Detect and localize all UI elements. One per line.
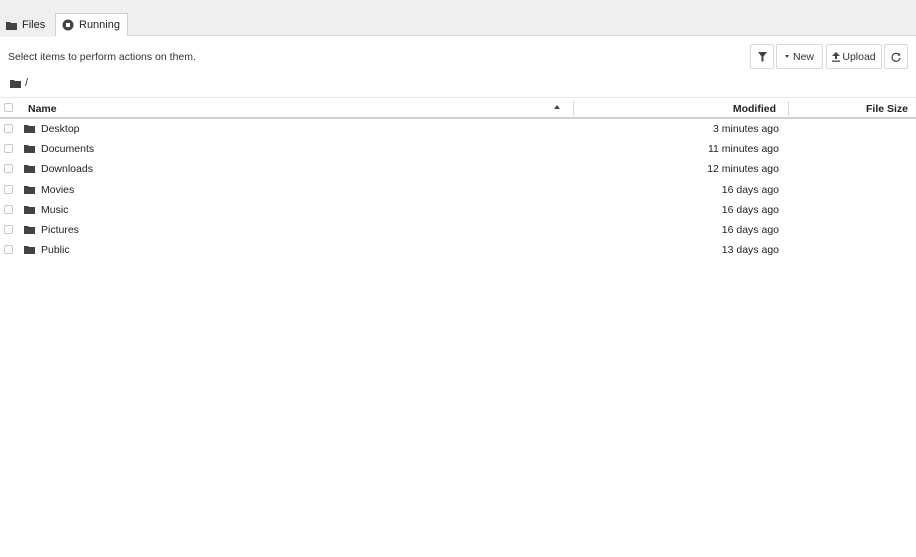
folder-icon [24,144,35,154]
file-modified: 11 minutes ago [707,143,779,156]
row-checkbox[interactable] [4,245,13,255]
column-header-name[interactable]: Name [28,103,57,115]
file-name[interactable]: Public [41,244,70,256]
file-list: Desktop 3 minutes ago Documents 11 minut… [0,119,916,260]
row-checkbox[interactable] [4,184,13,194]
selection-hint: Select items to perform actions on them. [8,51,196,63]
folder-icon [6,21,17,30]
file-modified: 3 minutes ago [713,123,779,135]
caret-down-icon [784,55,789,58]
row-checkbox[interactable] [4,164,13,174]
filter-icon [757,51,767,62]
folder-icon [24,164,35,174]
new-button-label: New [792,50,814,63]
file-name[interactable]: Music [41,204,68,216]
file-name[interactable]: Downloads [41,163,93,175]
tab-files[interactable]: Files [0,13,55,37]
table-row[interactable]: Desktop 3 minutes ago [0,119,916,139]
table-row[interactable]: Pictures 16 days ago [0,220,916,240]
column-header-modified[interactable]: Modified [733,103,776,115]
stop-circle-icon [62,19,74,31]
sort-ascending-icon[interactable] [554,105,560,109]
upload-button[interactable]: Upload [826,44,882,69]
tab-bar: Files Running [0,0,916,37]
row-checkbox[interactable] [4,144,13,154]
row-checkbox[interactable] [4,204,13,214]
table-row[interactable]: Music 16 days ago [0,200,916,220]
file-modified: 16 days ago [721,223,779,236]
table-row[interactable]: Movies 16 days ago [0,180,916,200]
upload-icon [832,51,841,62]
file-modified: 16 days ago [721,203,779,216]
file-modified: 13 days ago [721,244,779,257]
table-row[interactable]: Downloads 12 minutes ago [0,159,916,179]
column-header-file-size[interactable]: File Size [866,103,908,115]
table-header: Name Modified File Size [0,97,916,119]
file-modified: 12 minutes ago [707,163,779,176]
folder-icon [24,205,35,214]
column-resize-handle[interactable] [788,101,789,116]
folder-icon [24,185,35,194]
column-resize-handle[interactable] [573,101,574,116]
file-name[interactable]: Documents [41,143,94,155]
folder-icon [24,124,35,133]
row-checkbox[interactable] [4,224,13,234]
filter-button[interactable] [750,44,774,69]
upload-button-label: Upload [842,50,876,63]
tab-running[interactable]: Running [55,13,128,36]
table-row[interactable]: Documents 11 minutes ago [0,139,916,159]
table-row[interactable]: Public 13 days ago [0,240,916,260]
file-name[interactable]: Pictures [41,224,79,236]
row-checkbox[interactable] [4,124,13,133]
file-modified: 16 days ago [721,183,779,196]
tab-running-label: Running [79,19,120,31]
select-all-checkbox[interactable] [4,103,13,112]
refresh-button[interactable] [884,44,908,69]
breadcrumb-path[interactable]: / [25,77,28,89]
folder-icon [24,225,35,234]
new-button[interactable]: New [776,44,823,69]
folder-icon[interactable] [10,79,21,88]
refresh-icon [891,52,901,62]
tab-files-label: Files [22,19,46,31]
file-name[interactable]: Desktop [41,123,80,135]
folder-icon [24,245,35,255]
breadcrumb: / [10,77,28,89]
file-name[interactable]: Movies [41,184,74,196]
